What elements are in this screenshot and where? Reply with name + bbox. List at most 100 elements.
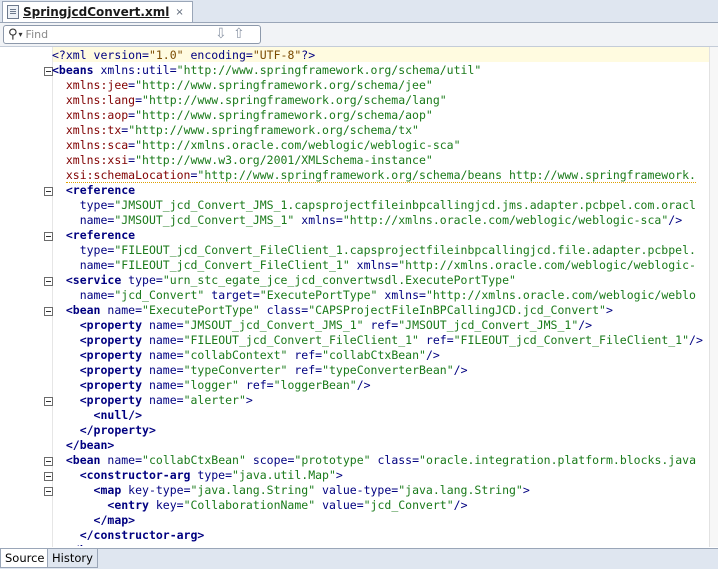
code-token: "http://www.springframework.org/schema/u… (176, 63, 482, 77)
code-token: = (419, 288, 426, 302)
code-token: <reference (65, 228, 136, 242)
tab-history[interactable]: History (47, 549, 98, 568)
close-icon[interactable]: × (175, 7, 183, 18)
code-token: "java.lang.String" (190, 483, 316, 497)
code-token: scope (245, 453, 288, 467)
code-line: <reference (52, 183, 710, 198)
code-token: /> (356, 378, 371, 392)
code-token: = (176, 378, 184, 392)
code-token: name (100, 303, 136, 317)
code-token: = (356, 498, 364, 512)
code-token: = (252, 288, 260, 302)
code-token: "JMSOUT_jcd_Convert_JMS_1" (183, 318, 364, 332)
code-line: <beans xmlns:util="http://www.springfram… (52, 63, 710, 78)
code-line: <entry key="CollaborationName" value="jc… (52, 498, 710, 513)
code-token: > (245, 393, 253, 407)
code-line: xmlns:jee="http://www.springframework.or… (52, 78, 710, 93)
code-token: = (245, 48, 253, 62)
code-token: "1.0" (148, 48, 184, 62)
code-token: /> (578, 318, 593, 332)
find-bar: ⚲ ▾ ⇩ ⇧ (0, 23, 718, 47)
code-line: type="JMSOUT_jcd_Convert_JMS_1.capsproje… (52, 198, 710, 213)
code-line: <property name="FILEOUT_jcd_Convert_File… (52, 333, 710, 348)
code-line: <map key-type="java.lang.String" value-t… (52, 483, 710, 498)
code-token: <null/> (93, 408, 143, 422)
code-line: </map> (52, 513, 710, 528)
code-token: type (79, 198, 108, 212)
code-line: xmlns:aop="http://www.springframework.or… (52, 108, 710, 123)
code-token: "urn_stc_egate_jce_jcd_convertwsdl.Execu… (162, 273, 516, 287)
code-token: "http://www.springframework.org/schema/j… (135, 78, 433, 92)
tab-source[interactable]: Source (0, 549, 50, 568)
find-input[interactable] (25, 28, 176, 41)
code-line: <property name="collabContext" ref="coll… (52, 348, 710, 363)
code-token: </property> (79, 423, 156, 437)
code-token: key (148, 498, 177, 512)
code-token: "http://www.springframework.org/schema/a… (135, 108, 433, 122)
code-token: </bean> (65, 438, 115, 452)
code-editor[interactable]: <?xml version="1.0" encoding="UTF-8"?> <b… (0, 47, 718, 547)
code-token: ?> (301, 48, 316, 62)
code-token: "java.lang.String" (398, 483, 523, 497)
code-token: = (176, 393, 184, 407)
code-line: xmlns:sca="http://xmlns.oracle.com/weblo… (52, 138, 710, 153)
code-token: name (142, 393, 177, 407)
code-token: type (121, 273, 156, 287)
code-line: <constructor-arg type="java.util.Map"> (52, 468, 710, 483)
code-line: <property name="logger" ref="loggerBean"… (52, 378, 710, 393)
find-previous-icon[interactable]: ⇧ (233, 26, 245, 42)
editor-tab-bar: SpringjcdConvert.xml × (0, 0, 718, 23)
code-token: > (605, 303, 613, 317)
code-line: <property name="typeConverter" ref="type… (52, 363, 710, 378)
editor-tab-springjcdconvert[interactable]: SpringjcdConvert.xml × (2, 1, 193, 22)
code-line: </constructor-arg> (52, 528, 710, 543)
code-token: <property (79, 333, 143, 347)
code-token: "CAPSProjectFileInBPCallingJCD.jcd_Conve… (308, 303, 606, 317)
code-token: = (135, 303, 143, 317)
code-token: = (335, 213, 343, 227)
code-token: > (335, 468, 343, 482)
code-token: "http://xmlns.oracle.com/weblogic/weblog… (342, 213, 669, 227)
code-line: xmlns:tx="http://www.springframework.org… (52, 123, 710, 138)
code-token: "collabCtxBean" (322, 348, 426, 362)
code-line: xsi:schemaLocation="http://www.springfra… (52, 168, 710, 183)
code-token: </constructor-arg> (79, 528, 205, 542)
code-token: /> (689, 333, 703, 347)
find-next-icon[interactable]: ⇩ (215, 26, 227, 42)
code-token: "alerter" (183, 393, 246, 407)
code-token: "JMSOUT_jcd_Convert_JMS_1.capsprojectfil… (114, 198, 696, 212)
code-token: = (225, 468, 233, 482)
code-token: name (100, 453, 136, 467)
code-token: name (79, 288, 108, 302)
code-line: name="jcd_Convert" target="ExecutePortTy… (52, 288, 710, 303)
code-token: type (79, 243, 108, 257)
code-line: name="JMSOUT_jcd_Convert_JMS_1" xmlns="h… (52, 213, 710, 228)
code-token: "UTF-8" (252, 48, 302, 62)
code-token: "FILEOUT_jcd_Convert_FileClient_1" (453, 333, 690, 347)
code-area[interactable]: <?xml version="1.0" encoding="UTF-8"?> <b… (52, 48, 710, 546)
code-token: "FILEOUT_jcd_Convert_FileClient_1" (183, 333, 419, 347)
chevron-down-icon[interactable]: ▾ (19, 30, 23, 39)
code-token: version (93, 48, 143, 62)
code-token: xmlns:tx (65, 123, 122, 137)
binoculars-icon[interactable]: ⚲ (8, 27, 18, 42)
code-line: name="FILEOUT_jcd_Convert_FileClient_1" … (52, 258, 710, 273)
code-token: "http://xmlns.oracle.com/weblogic/weblog… (135, 138, 461, 152)
code-token: "ExecutePortType" (142, 303, 260, 317)
code-token: "loggerBean" (273, 378, 357, 392)
code-token: "FILEOUT_jcd_Convert_FileClient_1" (114, 258, 350, 272)
code-line: type="FILEOUT_jcd_Convert_FileClient_1.c… (52, 243, 710, 258)
code-token: "ExecutePortType" (259, 288, 378, 302)
